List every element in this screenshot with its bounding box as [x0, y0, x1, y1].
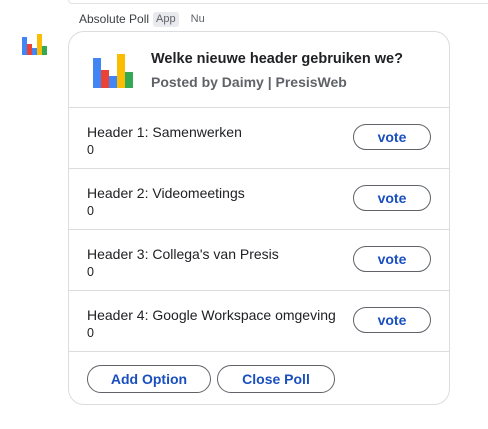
- add-option-button[interactable]: Add Option: [87, 365, 211, 393]
- vote-button[interactable]: vote: [353, 124, 431, 150]
- vote-button[interactable]: vote: [353, 246, 431, 272]
- poll-option: Header 4: Google Workspace omgeving 0 vo…: [69, 291, 449, 352]
- poll-option: Header 1: Samenwerken 0 vote: [69, 108, 449, 169]
- option-vote-count: 0: [87, 143, 94, 157]
- poll-option: Header 3: Collega's van Presis 0 vote: [69, 230, 449, 291]
- option-label: Header 1: Samenwerken: [87, 124, 242, 140]
- poll-option: Header 2: Videomeetings 0 vote: [69, 169, 449, 230]
- poll-author: Posted by Daimy | PresisWeb: [151, 74, 347, 90]
- sender-name: Absolute Poll: [79, 12, 150, 26]
- poll-title: Welke nieuwe header gebruiken we?: [151, 51, 403, 67]
- option-vote-count: 0: [87, 326, 94, 340]
- poll-logo-icon: [93, 54, 133, 88]
- vote-button[interactable]: vote: [353, 307, 431, 333]
- previous-message-border: [68, 0, 488, 4]
- app-badge: App: [153, 11, 179, 27]
- poll-card: Welke nieuwe header gebruiken we? Posted…: [68, 31, 450, 405]
- message-time: Nu: [190, 13, 205, 25]
- poll-card-header: Welke nieuwe header gebruiken we? Posted…: [69, 32, 449, 108]
- vote-button[interactable]: vote: [353, 185, 431, 211]
- message-header: Absolute Poll App Nu: [79, 11, 205, 27]
- absolute-poll-avatar-icon: [22, 34, 47, 55]
- option-vote-count: 0: [87, 204, 94, 218]
- option-vote-count: 0: [87, 265, 94, 279]
- option-label: Header 3: Collega's van Presis: [87, 246, 279, 262]
- close-poll-button[interactable]: Close Poll: [217, 365, 335, 393]
- option-label: Header 4: Google Workspace omgeving: [87, 307, 336, 323]
- option-label: Header 2: Videomeetings: [87, 185, 245, 201]
